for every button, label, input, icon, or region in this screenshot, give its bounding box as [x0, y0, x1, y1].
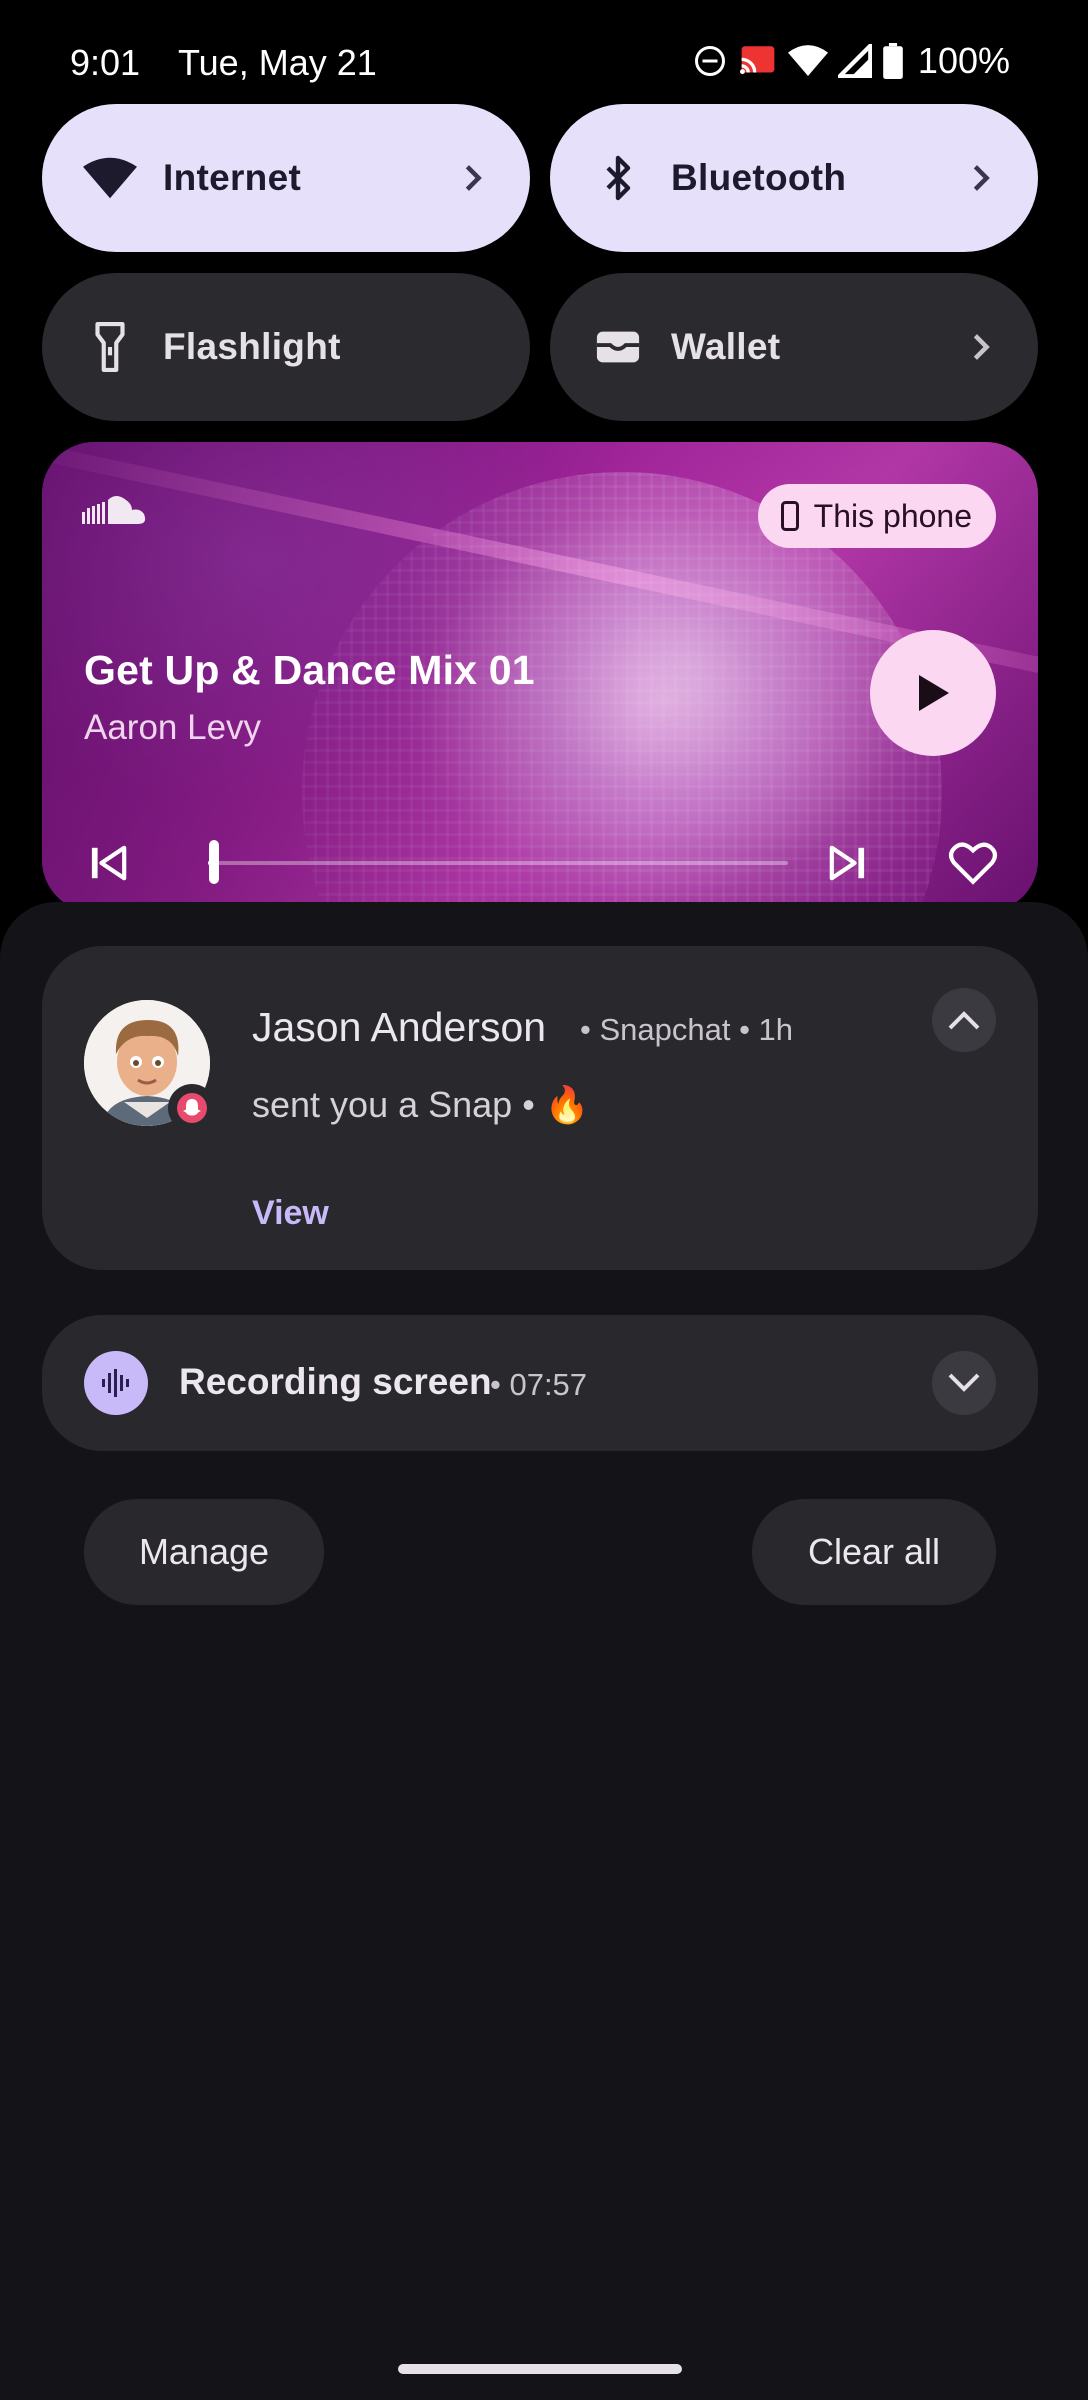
- chevron-right-icon: [458, 158, 488, 198]
- tile-bluetooth[interactable]: Bluetooth: [550, 104, 1038, 252]
- battery-icon: [883, 43, 903, 79]
- tile-label: Flashlight: [163, 326, 341, 367]
- status-icons: 100%: [692, 40, 1010, 82]
- status-date: Tue, May 21: [178, 42, 377, 83]
- next-track-button[interactable]: [822, 838, 872, 888]
- play-icon: [919, 675, 949, 711]
- notification-sender: Jason Anderson: [252, 1004, 547, 1050]
- manage-button[interactable]: Manage: [84, 1499, 324, 1605]
- snapchat-badge: [168, 1084, 216, 1132]
- cell-signal-icon: [837, 44, 872, 78]
- tile-label: Bluetooth: [671, 157, 847, 198]
- media-artist: Aaron Levy: [84, 708, 262, 747]
- soundcloud-icon: [82, 494, 148, 531]
- tile-wallet[interactable]: Wallet: [550, 273, 1038, 421]
- media-player-card[interactable]: This phone Get Up & Dance Mix 01 Aaron L…: [42, 442, 1038, 912]
- snapchat-notification[interactable]: Jason Anderson • Snapchat • 1h sent you …: [42, 946, 1038, 1270]
- wifi-icon: [82, 150, 138, 206]
- collapse-notification-button[interactable]: [932, 988, 996, 1052]
- battery-percentage: 100%: [917, 40, 1010, 81]
- notification-body: sent you a Snap • 🔥: [252, 1084, 590, 1125]
- ghost-icon: [177, 1093, 207, 1123]
- output-device-chip[interactable]: This phone: [757, 484, 996, 548]
- notification-elapsed-time: • 07:57: [490, 1367, 588, 1402]
- status-bar: 9:01 Tue, May 21 100%: [0, 0, 1088, 100]
- tile-internet[interactable]: Internet: [42, 104, 530, 252]
- skip-previous-icon: [91, 845, 127, 881]
- bluetooth-icon: [590, 150, 646, 206]
- cast-icon: [739, 46, 775, 75]
- gesture-navigation-bar[interactable]: [398, 2364, 682, 2374]
- chevron-right-icon: [966, 158, 996, 198]
- expand-notification-button[interactable]: [932, 1351, 996, 1415]
- seek-bar[interactable]: [208, 840, 788, 884]
- wifi-icon: [787, 45, 828, 76]
- media-title: Get Up & Dance Mix 01: [84, 647, 535, 693]
- clear-all-button[interactable]: Clear all: [752, 1499, 996, 1605]
- seek-track: [208, 861, 788, 865]
- screen-recording-notification[interactable]: Recording screen • 07:57: [42, 1315, 1038, 1451]
- output-device-label: This phone: [813, 497, 972, 534]
- tile-label: Internet: [163, 157, 302, 198]
- audio-waveform-icon: [84, 1351, 148, 1415]
- skip-next-icon: [829, 845, 865, 881]
- like-button[interactable]: [944, 834, 1002, 892]
- previous-track-button[interactable]: [84, 838, 134, 888]
- chevron-down-icon: [948, 1373, 980, 1392]
- phone-icon: [780, 501, 799, 531]
- chevron-right-icon: [966, 327, 996, 367]
- tile-label: Wallet: [671, 326, 781, 367]
- view-action-button[interactable]: View: [252, 1194, 329, 1233]
- seek-thumb[interactable]: [208, 840, 219, 884]
- wallet-icon: [590, 319, 646, 375]
- notification-meta: • Snapchat • 1h: [580, 1012, 794, 1047]
- flashlight-icon: [82, 319, 138, 375]
- notification-title: Recording screen: [179, 1361, 492, 1402]
- play-button[interactable]: [870, 630, 996, 756]
- tile-flashlight[interactable]: Flashlight: [42, 273, 530, 421]
- status-time: 9:01: [70, 42, 141, 83]
- heart-icon: [948, 842, 998, 885]
- chevron-up-icon: [948, 1011, 980, 1030]
- do-not-disturb-icon: [694, 46, 725, 76]
